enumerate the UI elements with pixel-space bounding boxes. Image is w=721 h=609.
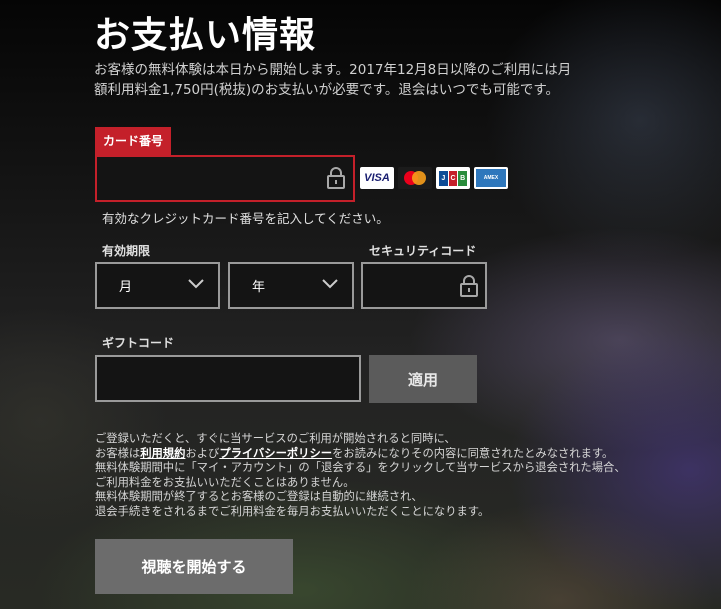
gift-code-input[interactable] xyxy=(95,355,361,402)
terms-notice: ご登録いただくと、すぐに当サービスのご利用が開始されると同時に、 お客様は利用規… xyxy=(95,432,695,519)
intro-text: お客様の無料体験は本日から開始します。2017年12月8日以降のご利用には月 額… xyxy=(94,60,694,100)
notice-line: 無料体験期間中に「マイ・アカウント」の「退会する」をクリックして当サービスから退… xyxy=(95,461,626,474)
visa-logo: VISA xyxy=(360,167,394,189)
apply-button[interactable]: 適用 xyxy=(369,355,477,403)
amex-logo: AMEX xyxy=(474,167,508,189)
intro-line-2: 額利用料金1,750円(税抜)のお支払いが必要です。退会はいつでも可能です。 xyxy=(94,82,559,98)
expiry-year-select[interactable]: 年 xyxy=(228,262,354,309)
month-value: 月 xyxy=(119,280,133,295)
gift-code-label: ギフトコード xyxy=(102,336,175,350)
page-title: お支払い情報 xyxy=(94,15,317,56)
security-code-label: セキュリティコード xyxy=(369,244,477,258)
jcb-logo: JCB xyxy=(436,167,470,189)
notice-line: 無料体験期間が終了するとお客様のご登録は自動的に継続され、 xyxy=(95,490,423,503)
notice-line: ご利用料金をお支払いいただくことはありません。 xyxy=(95,475,355,489)
card-number-input[interactable] xyxy=(95,155,355,202)
card-number-label: カード番号 xyxy=(95,127,172,155)
intro-line-1: お客様の無料体験は本日から開始します。2017年12月8日以降のご利用には月 xyxy=(94,62,572,78)
lock-icon xyxy=(326,167,346,189)
notice-line: 退会手続きをされるまでご利用料金を毎月お支払いいただくことになります。 xyxy=(95,504,490,518)
chevron-down-icon xyxy=(322,278,338,293)
card-brand-logos: VISA JCB AMEX xyxy=(360,167,508,189)
card-error-message: 有効なクレジットカード番号を記入してください。 xyxy=(102,211,389,226)
chevron-down-icon xyxy=(188,278,204,293)
lock-icon xyxy=(459,275,479,297)
start-watching-button[interactable]: 視聴を開始する xyxy=(95,539,293,594)
privacy-policy-link[interactable]: プライバシーポリシー xyxy=(219,447,332,460)
mastercard-logo xyxy=(398,167,432,189)
terms-link[interactable]: 利用規約 xyxy=(140,447,185,460)
expiry-label: 有効期限 xyxy=(102,244,151,258)
notice-line: お客様は利用規約およびプライバシーポリシーをお読みになりその内容に同意されたとみ… xyxy=(95,446,614,460)
year-value: 年 xyxy=(252,280,266,295)
expiry-month-select[interactable]: 月 xyxy=(95,262,220,309)
notice-line: ご登録いただくと、すぐに当サービスのご利用が開始されると同時に、 xyxy=(95,432,456,445)
